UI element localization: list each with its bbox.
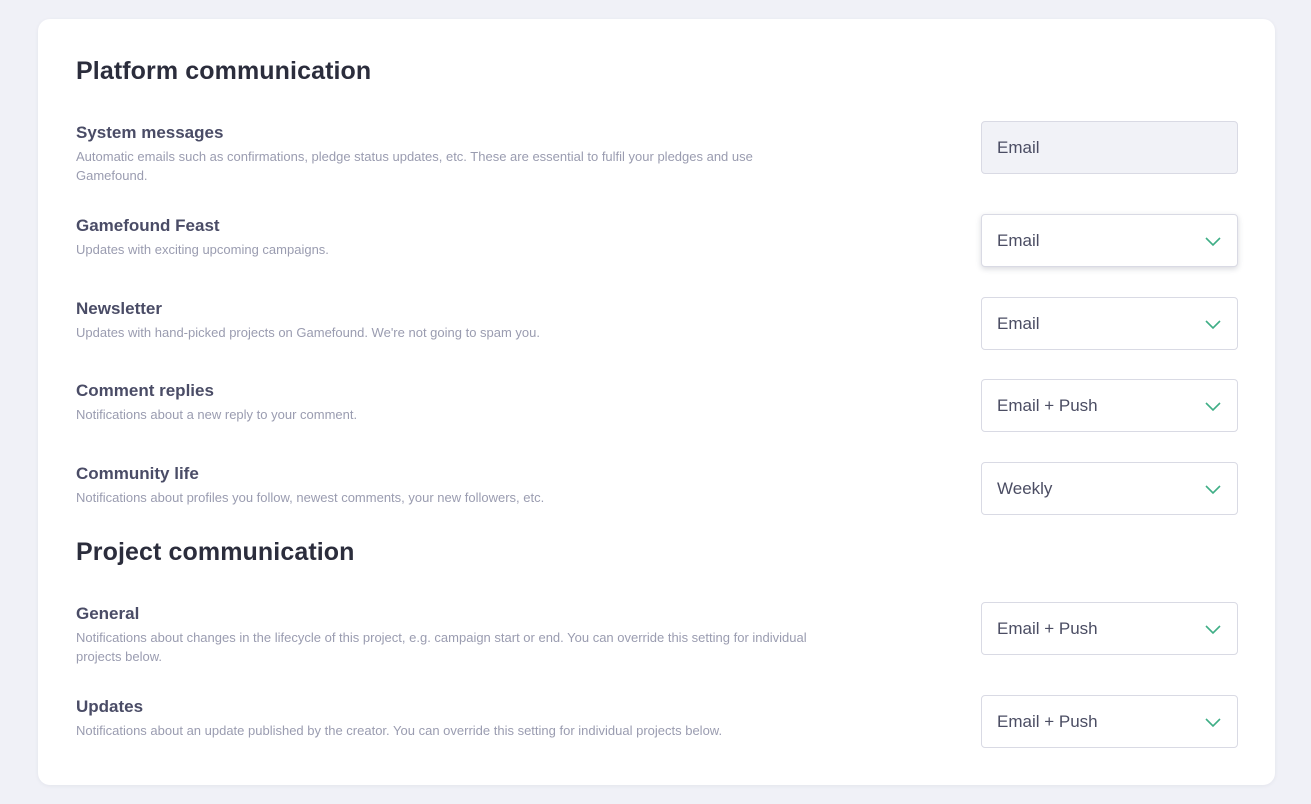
chevron-down-icon — [1205, 402, 1221, 412]
setting-description: Notifications about an update published … — [76, 723, 723, 738]
setting-description: Notifications about profiles you follow,… — [76, 490, 545, 505]
select-value: Email — [997, 230, 1040, 250]
updates-select[interactable]: Email + Push — [981, 695, 1238, 748]
platform-communication-heading: Platform communication — [76, 57, 372, 85]
newsletter-select[interactable]: Email — [981, 297, 1238, 350]
select-value: Email — [997, 137, 1040, 157]
comment-replies-select[interactable]: Email + Push — [981, 379, 1238, 432]
system-messages-select: Email — [981, 121, 1238, 174]
setting-description: Notifications about changes in the lifec… — [76, 630, 807, 664]
select-value: Email — [997, 313, 1040, 333]
chevron-down-icon — [1205, 625, 1221, 635]
select-value: Weekly — [997, 478, 1053, 498]
chevron-down-icon — [1205, 320, 1221, 330]
setting-description: Updates with hand-picked projects on Gam… — [76, 325, 541, 340]
setting-description: Updates with exciting upcoming campaigns… — [76, 242, 329, 257]
project-communication-heading: Project communication — [76, 538, 355, 566]
general-select[interactable]: Email + Push — [981, 602, 1238, 655]
chevron-down-icon — [1205, 237, 1221, 247]
gamefound-feast-select[interactable]: Email — [981, 214, 1238, 267]
chevron-down-icon — [1205, 718, 1221, 728]
settings-card: Platform communication System messages A… — [38, 19, 1275, 785]
setting-description: Notifications about a new reply to your … — [76, 407, 358, 422]
select-value: Email + Push — [997, 395, 1098, 415]
select-value: Email + Push — [997, 711, 1098, 731]
community-life-select[interactable]: Weekly — [981, 462, 1238, 515]
select-value: Email + Push — [997, 618, 1098, 638]
setting-description: Automatic emails such as confirmations, … — [76, 149, 753, 183]
chevron-down-icon — [1205, 485, 1221, 495]
